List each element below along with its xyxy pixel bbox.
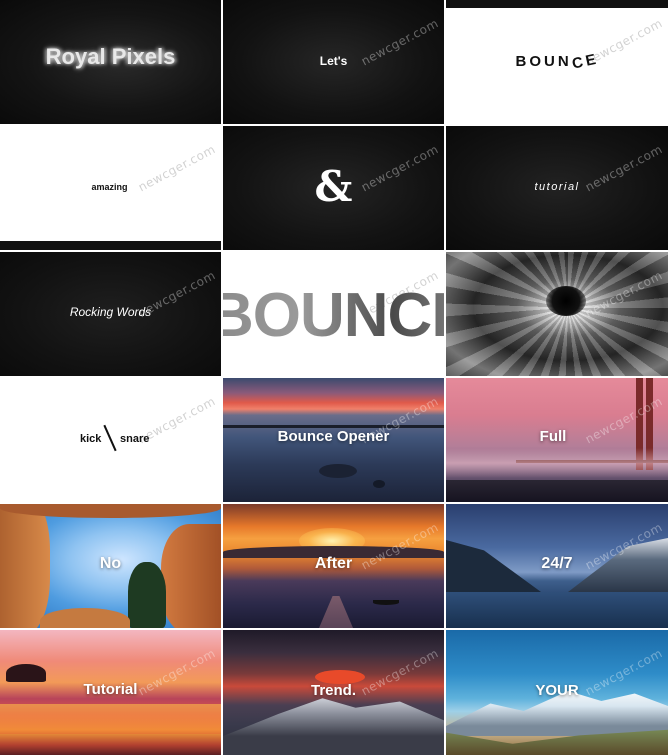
tile-full[interactable]: newcger.com Full: [446, 378, 668, 502]
mountain: [223, 698, 444, 755]
rock: [319, 464, 357, 478]
tile-rocking-words[interactable]: newcger.com Rocking Words: [0, 252, 221, 376]
tile-caption: Rocking Words: [69, 305, 152, 319]
tile-amazing[interactable]: newcger.com amazing: [0, 126, 221, 250]
tile-caption: No: [99, 555, 122, 572]
tile-caption: BOUNCE: [223, 280, 444, 351]
tile-caption: amazing: [91, 182, 128, 192]
tile-your[interactable]: newcger.com YOUR: [446, 630, 668, 755]
tunnel-core: [546, 286, 586, 316]
sea-reflection: [0, 704, 221, 734]
fog: [446, 448, 668, 478]
tile-trend[interactable]: newcger.com Trend.: [223, 630, 444, 755]
tile-royal-pixels[interactable]: Royal Pixels: [0, 0, 221, 124]
caption-tail: CE: [570, 50, 600, 73]
tile-caption: &: [314, 162, 353, 211]
pier: [319, 596, 353, 628]
tile-caption: Tutorial: [83, 681, 138, 698]
tile-bounce-large[interactable]: newcger.com BOUNCE: [223, 252, 444, 376]
tile-tutorial[interactable]: newcger.com Tutorial: [0, 630, 221, 755]
caption-main: BOUN: [515, 53, 572, 70]
tile-24-7[interactable]: newcger.com 24/7: [446, 504, 668, 628]
tile-bounce-letters[interactable]: newcger.com BOUNCE: [446, 0, 668, 124]
caption-left: kick: [80, 433, 102, 445]
rock-bottom: [40, 608, 130, 628]
tile-caption: Full: [539, 428, 567, 445]
tile-kick-snare[interactable]: newcger.com kick snare: [0, 378, 221, 502]
rock-right: [161, 524, 221, 628]
lake: [446, 592, 668, 628]
tile-lets[interactable]: newcger.com Let's: [223, 0, 444, 124]
caption-right: snare: [120, 433, 150, 445]
tile-bounce-opener[interactable]: newcger.com Bounce Opener: [223, 378, 444, 502]
tile-caption: Royal Pixels: [45, 44, 176, 69]
trees: [446, 480, 668, 502]
video-thumbnail-grid: Royal Pixels newcger.com Let's newcger.c…: [0, 0, 668, 755]
tile-tutorial-lowercase[interactable]: newcger.com tutorial: [446, 126, 668, 250]
tile-caption: BOUNCE: [446, 50, 668, 73]
bottom-dark-strip: [0, 241, 221, 250]
tile-caption: Bounce Opener: [277, 428, 390, 445]
slash-divider: [103, 424, 117, 452]
tile-caption: 24/7: [541, 555, 573, 572]
tile-tunnel[interactable]: newcger.com: [446, 252, 668, 376]
tile-caption: After: [314, 555, 353, 572]
rock-arch: [6, 664, 46, 682]
tile-after[interactable]: newcger.com After: [223, 504, 444, 628]
tile-ampersand[interactable]: newcger.com &: [223, 126, 444, 250]
rock: [373, 480, 385, 488]
tile-caption: YOUR: [535, 682, 579, 699]
tile-no[interactable]: No: [0, 504, 221, 628]
tile-caption: tutorial: [534, 181, 580, 193]
tile-caption: Let's: [319, 54, 348, 68]
tile-caption: Trend.: [310, 682, 356, 699]
top-dark-strip: [446, 0, 668, 8]
boat: [373, 600, 399, 605]
